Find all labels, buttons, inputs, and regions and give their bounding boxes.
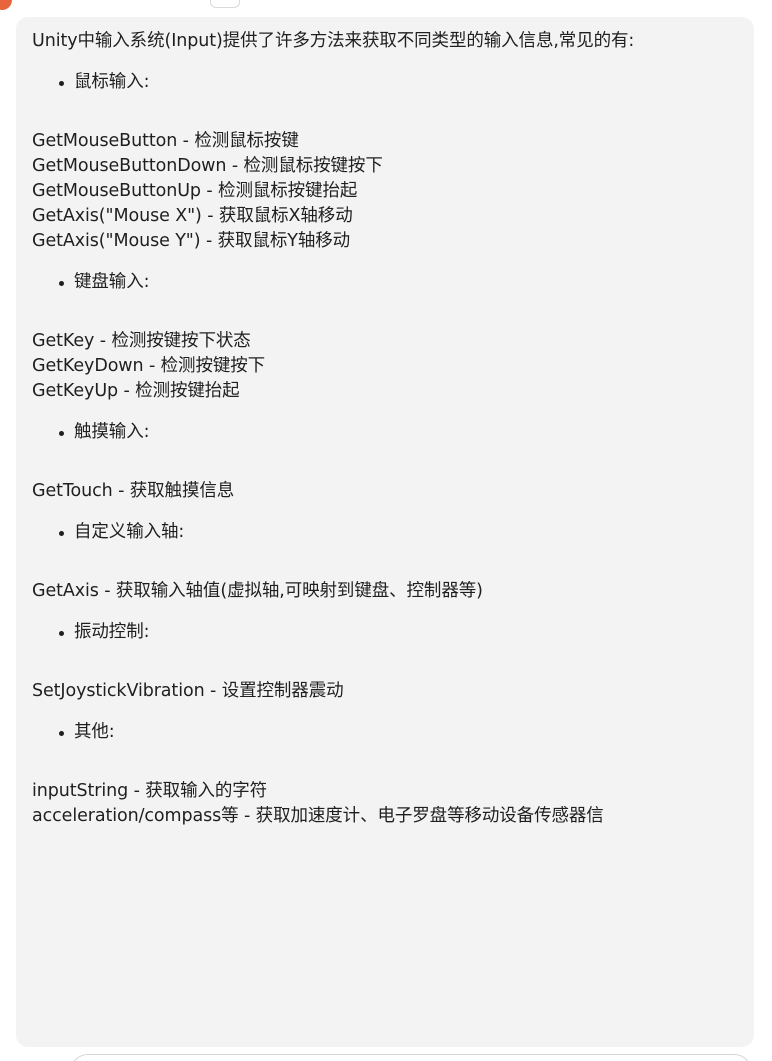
section-vibration: 振动控制: SetJoystickVibration - 设置控制器震动 — [32, 620, 738, 704]
method-line: SetJoystickVibration - 设置控制器震动 — [32, 681, 344, 701]
assistant-avatar — [0, 0, 12, 10]
method-line: GetKeyDown - 检测按键按下 — [32, 356, 266, 376]
method-line: GetAxis("Mouse X") - 获取鼠标X轴移动 — [32, 206, 353, 226]
bullet-heading: 触摸输入: — [32, 420, 738, 445]
message-input-box[interactable] — [70, 1054, 752, 1061]
header-chip[interactable] — [210, 0, 240, 8]
method-line: GetKey - 检测按键按下状态 — [32, 331, 251, 351]
bullet-heading: 自定义输入轴: — [32, 520, 738, 545]
section-other: 其他: inputString - 获取输入的字符 acceleration/c… — [32, 720, 738, 829]
method-line: acceleration/compass等 - 获取加速度计、电子罗盘等移动设备… — [32, 806, 604, 826]
method-lines: GetKey - 检测按键按下状态 GetKeyDown - 检测按键按下 Ge… — [32, 329, 738, 404]
message-header — [0, 0, 772, 14]
method-line: inputString - 获取输入的字符 — [32, 781, 268, 801]
bullet-heading: 键盘输入: — [32, 270, 738, 295]
section-touch: 触摸输入: GetTouch - 获取触摸信息 — [32, 420, 738, 504]
method-line: GetMouseButtonDown - 检测鼠标按键按下 — [32, 156, 383, 176]
section-keyboard: 键盘输入: GetKey - 检测按键按下状态 GetKeyDown - 检测按… — [32, 270, 738, 404]
assistant-message-bubble: Unity中输入系统(Input)提供了许多方法来获取不同类型的输入信息,常见的… — [16, 17, 754, 1047]
method-lines: GetAxis - 获取输入轴值(虚拟轴,可映射到键盘、控制器等) — [32, 579, 738, 604]
intro-paragraph: Unity中输入系统(Input)提供了许多方法来获取不同类型的输入信息,常见的… — [32, 31, 635, 51]
method-line: GetTouch - 获取触摸信息 — [32, 481, 235, 501]
chat-page: Unity中输入系统(Input)提供了许多方法来获取不同类型的输入信息,常见的… — [0, 0, 772, 1061]
method-line: GetMouseButtonUp - 检测鼠标按键抬起 — [32, 181, 358, 201]
message-content: Unity中输入系统(Input)提供了许多方法来获取不同类型的输入信息,常见的… — [16, 17, 754, 829]
bullet-heading: 其他: — [32, 720, 738, 745]
method-line: GetAxis("Mouse Y") - 获取鼠标Y轴移动 — [32, 231, 351, 251]
bullet-heading: 振动控制: — [32, 620, 738, 645]
method-line: GetKeyUp - 检测按键抬起 — [32, 381, 240, 401]
method-line: GetMouseButton - 检测鼠标按键 — [32, 131, 299, 151]
method-lines: GetTouch - 获取触摸信息 — [32, 479, 738, 504]
bullet-heading: 鼠标输入: — [32, 70, 738, 95]
method-lines: GetMouseButton - 检测鼠标按键 GetMouseButtonDo… — [32, 129, 738, 254]
method-line: GetAxis - 获取输入轴值(虚拟轴,可映射到键盘、控制器等) — [32, 581, 483, 601]
section-custom-axis: 自定义输入轴: GetAxis - 获取输入轴值(虚拟轴,可映射到键盘、控制器等… — [32, 520, 738, 604]
method-lines: inputString - 获取输入的字符 acceleration/compa… — [32, 779, 738, 829]
method-lines: SetJoystickVibration - 设置控制器震动 — [32, 679, 738, 704]
section-mouse: 鼠标输入: GetMouseButton - 检测鼠标按键 GetMouseBu… — [32, 70, 738, 254]
